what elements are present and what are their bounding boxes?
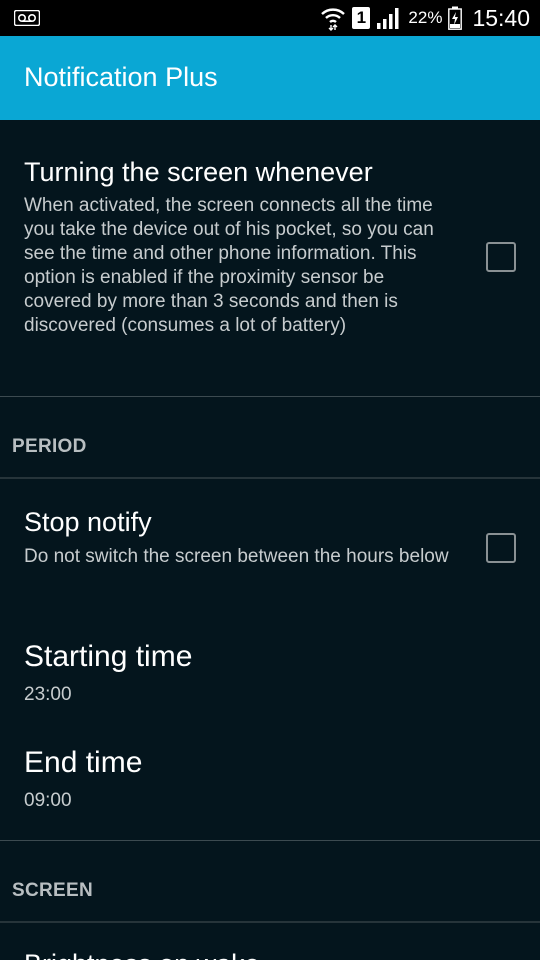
sim-slot-badge: 1: [352, 7, 371, 29]
clock: 15:40: [472, 4, 530, 31]
pref-starting-time[interactable]: Starting time 23:00: [0, 620, 540, 724]
status-icons: 1 22% 15:40: [320, 3, 530, 33]
screen-on-checkbox[interactable]: [486, 242, 516, 272]
pref-screen-on[interactable]: Turning the screen whenever When activat…: [0, 120, 540, 396]
pref-stop-notify-summary: Do not switch the screen between the hou…: [24, 546, 449, 567]
app-bar: Notification Plus: [0, 36, 540, 120]
battery-charging-icon: [448, 6, 463, 30]
battery-percent: 22%: [408, 8, 443, 27]
pref-stop-notify[interactable]: Stop notify Do not switch the screen bet…: [0, 479, 540, 597]
divider: [0, 396, 540, 397]
starting-time-value: 23:00: [24, 684, 72, 705]
pref-stop-notify-title: Stop notify: [24, 507, 152, 537]
wifi-icon: [321, 8, 346, 31]
pref-screen-on-summary: When activated, the screen connects all …: [24, 195, 434, 336]
preferences-list[interactable]: Turning the screen whenever When activat…: [0, 120, 540, 960]
status-bar: 1 22% 15:40: [0, 0, 540, 36]
pref-brightness-title: Brightness on wake: [24, 949, 260, 960]
pref-end-time-title: End time: [24, 746, 143, 779]
app-title: Notification Plus: [24, 62, 218, 92]
divider: [0, 840, 540, 841]
pref-starting-time-title: Starting time: [24, 640, 193, 673]
voicemail-icon: [14, 10, 40, 26]
pref-end-time[interactable]: End time 09:00: [0, 726, 540, 830]
pref-screen-on-title: Turning the screen whenever: [24, 157, 373, 187]
pref-brightness[interactable]: Brightness on wake: [0, 923, 540, 960]
category-screen: SCREEN: [12, 880, 93, 901]
stop-notify-checkbox[interactable]: [486, 533, 516, 563]
end-time-value: 09:00: [24, 790, 72, 811]
category-period: PERIOD: [12, 436, 87, 457]
signal-icon: [377, 8, 399, 29]
